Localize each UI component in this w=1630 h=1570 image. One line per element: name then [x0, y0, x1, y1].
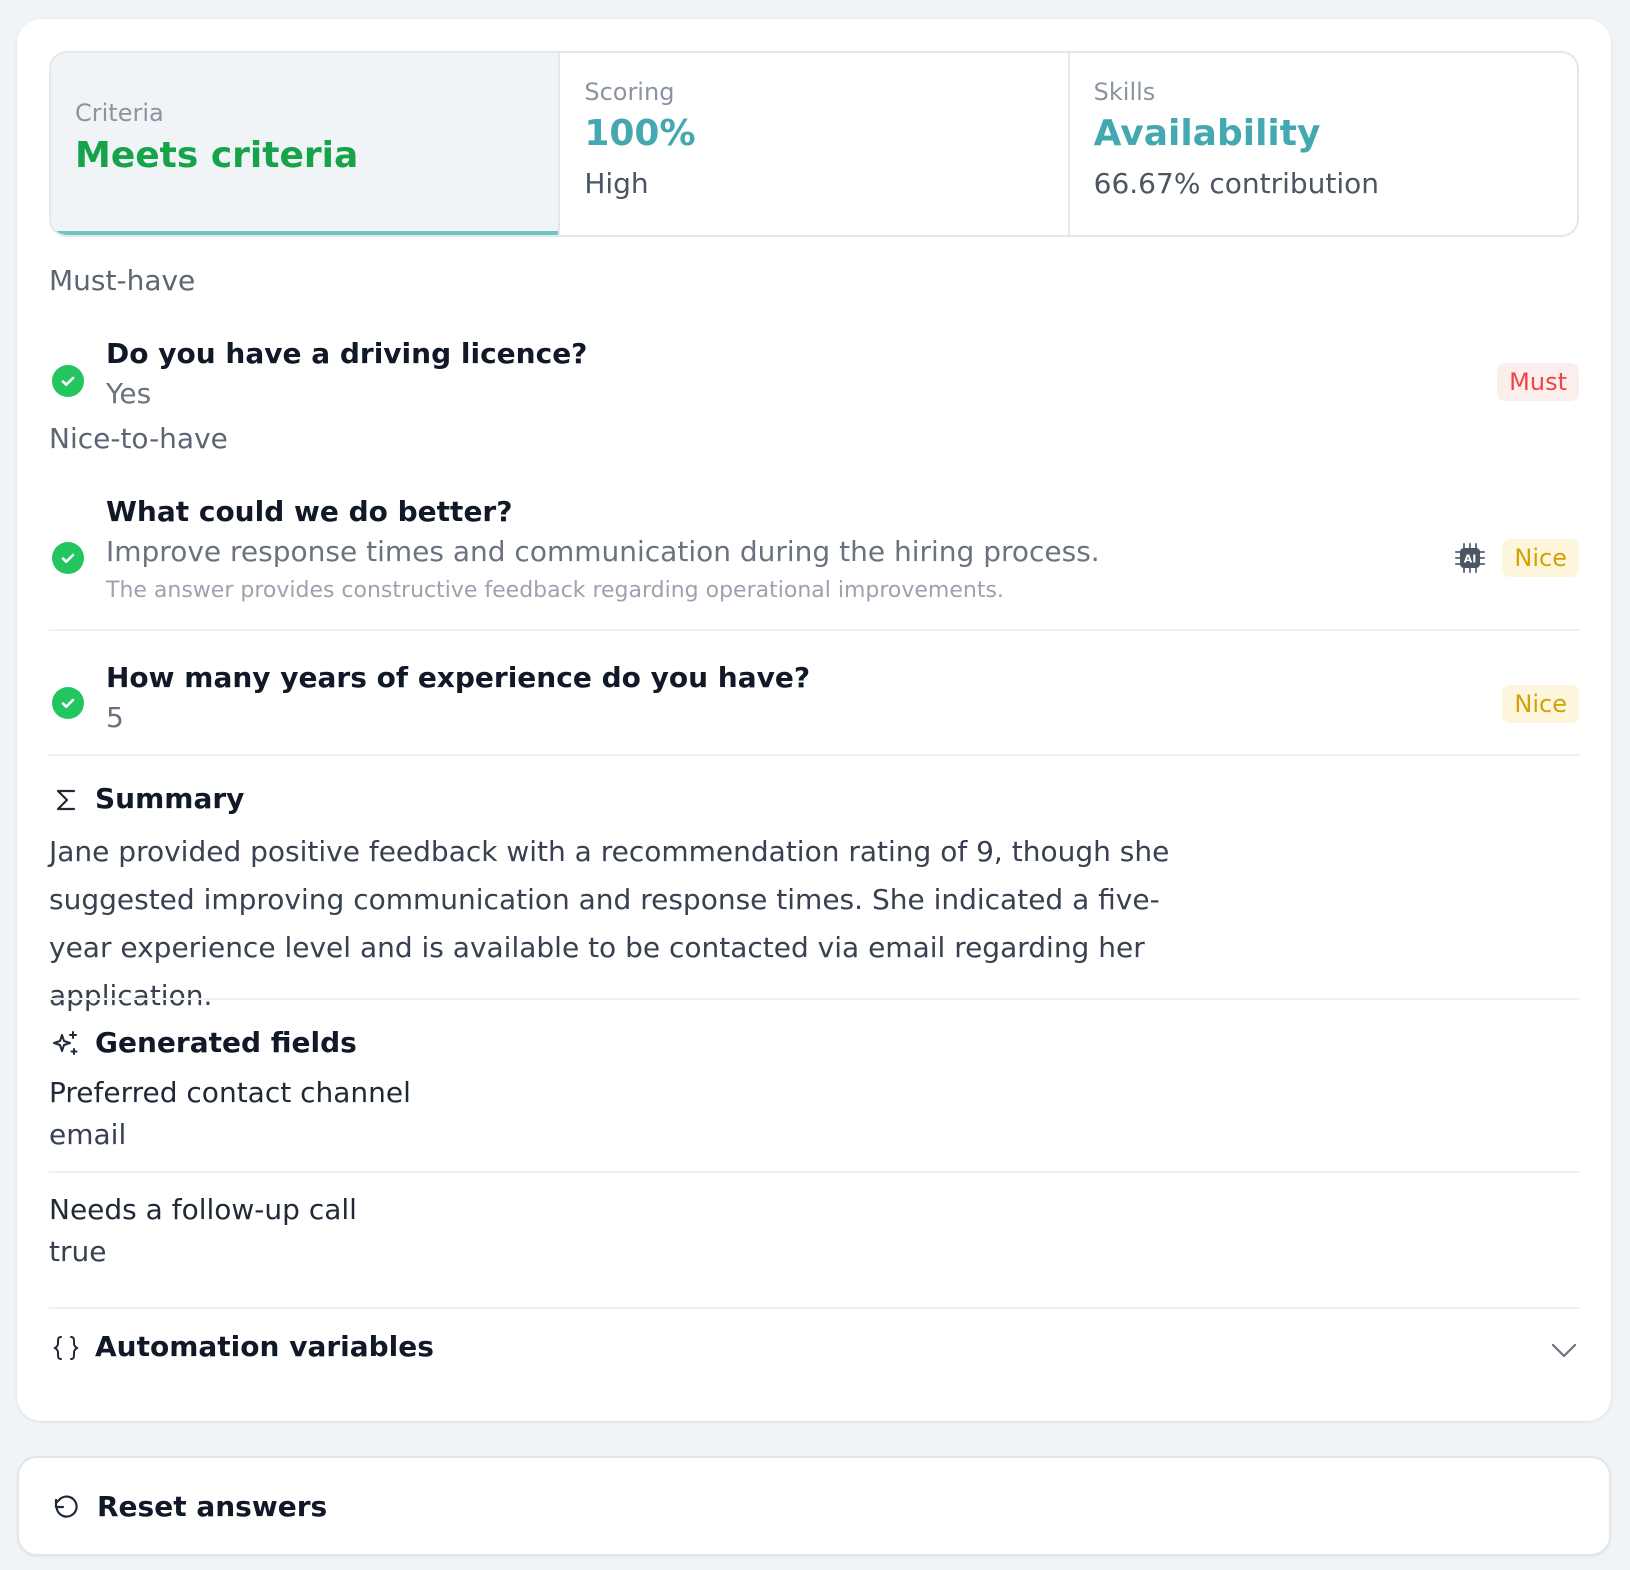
check-circle-icon: [52, 365, 84, 397]
tab-skills[interactable]: Skills Availability 66.67% contribution: [1067, 53, 1577, 235]
field-label: Needs a follow-up call: [49, 1193, 357, 1226]
criteria-label: Criteria: [75, 99, 164, 127]
summary-text: Jane provided positive feedback with a r…: [49, 835, 1170, 1012]
field-value: true: [49, 1235, 107, 1268]
nice-to-have-heading: Nice-to-have: [49, 422, 228, 455]
stats-tabs: Criteria Meets criteria Scoring 100% Hig…: [49, 51, 1579, 237]
sparkles-icon: [53, 1031, 78, 1055]
generated-fields-heading: Generated fields: [95, 1026, 357, 1059]
field-label: Preferred contact channel: [49, 1076, 411, 1109]
evaluation-card: Criteria Meets criteria Scoring 100% Hig…: [17, 19, 1611, 1421]
automation-variables-toggle[interactable]: Automation variables: [49, 1313, 1579, 1383]
automation-variables-heading: Automation variables: [95, 1330, 434, 1363]
scoring-label: Scoring: [584, 78, 675, 106]
reset-answers-label: Reset answers: [97, 1490, 328, 1523]
question-text: Do you have a driving licence?: [106, 337, 588, 370]
skills-contribution: 66.67% contribution: [1093, 167, 1380, 200]
evaluation-content: Criteria Meets criteria Scoring 100% Hig…: [49, 51, 1579, 1363]
must-badge: Must: [1497, 363, 1579, 401]
question-text: What could we do better?: [106, 495, 513, 528]
nice-to-have-item: How many years of experience do you have…: [49, 631, 1579, 751]
scoring-level: High: [584, 167, 649, 200]
divider: [49, 754, 1579, 756]
svg-text:AI: AI: [1464, 553, 1477, 566]
skills-label: Skills: [1093, 78, 1156, 106]
braces-icon: [53, 1336, 79, 1360]
ai-chip-icon: AI: [1455, 543, 1485, 573]
nice-badge: Nice: [1502, 539, 1579, 577]
sigma-icon: [56, 789, 76, 811]
field-value: email: [49, 1118, 127, 1151]
ai-reason-text: The answer provides constructive feedbac…: [106, 578, 1004, 603]
scoring-value: 100%: [584, 113, 696, 154]
must-have-heading: Must-have: [49, 264, 196, 297]
must-have-item: Do you have a driving licence? Yes Must: [49, 311, 1579, 421]
nice-badge: Nice: [1502, 685, 1579, 723]
divider: [49, 998, 1579, 1000]
tab-scoring[interactable]: Scoring 100% High: [558, 53, 1067, 235]
criteria-value: Meets criteria: [75, 135, 359, 176]
reset-answers-button[interactable]: Reset answers: [17, 1456, 1611, 1556]
answer-text: Improve response times and communication…: [106, 535, 1100, 568]
skills-value: Availability: [1093, 113, 1321, 154]
question-text: How many years of experience do you have…: [106, 661, 811, 694]
chevron-down-icon[interactable]: [1549, 1335, 1579, 1365]
check-circle-icon: [52, 687, 84, 719]
answer-text: 5: [106, 701, 124, 734]
answer-text: Yes: [106, 377, 152, 410]
summary-heading: Summary: [95, 782, 245, 815]
tab-criteria[interactable]: Criteria Meets criteria: [51, 53, 559, 235]
nice-to-have-item: What could we do better? Improve respons…: [49, 471, 1579, 611]
divider: [49, 1307, 1579, 1309]
divider: [49, 1171, 1579, 1173]
check-circle-icon: [52, 542, 84, 574]
undo-icon: [54, 1495, 78, 1518]
